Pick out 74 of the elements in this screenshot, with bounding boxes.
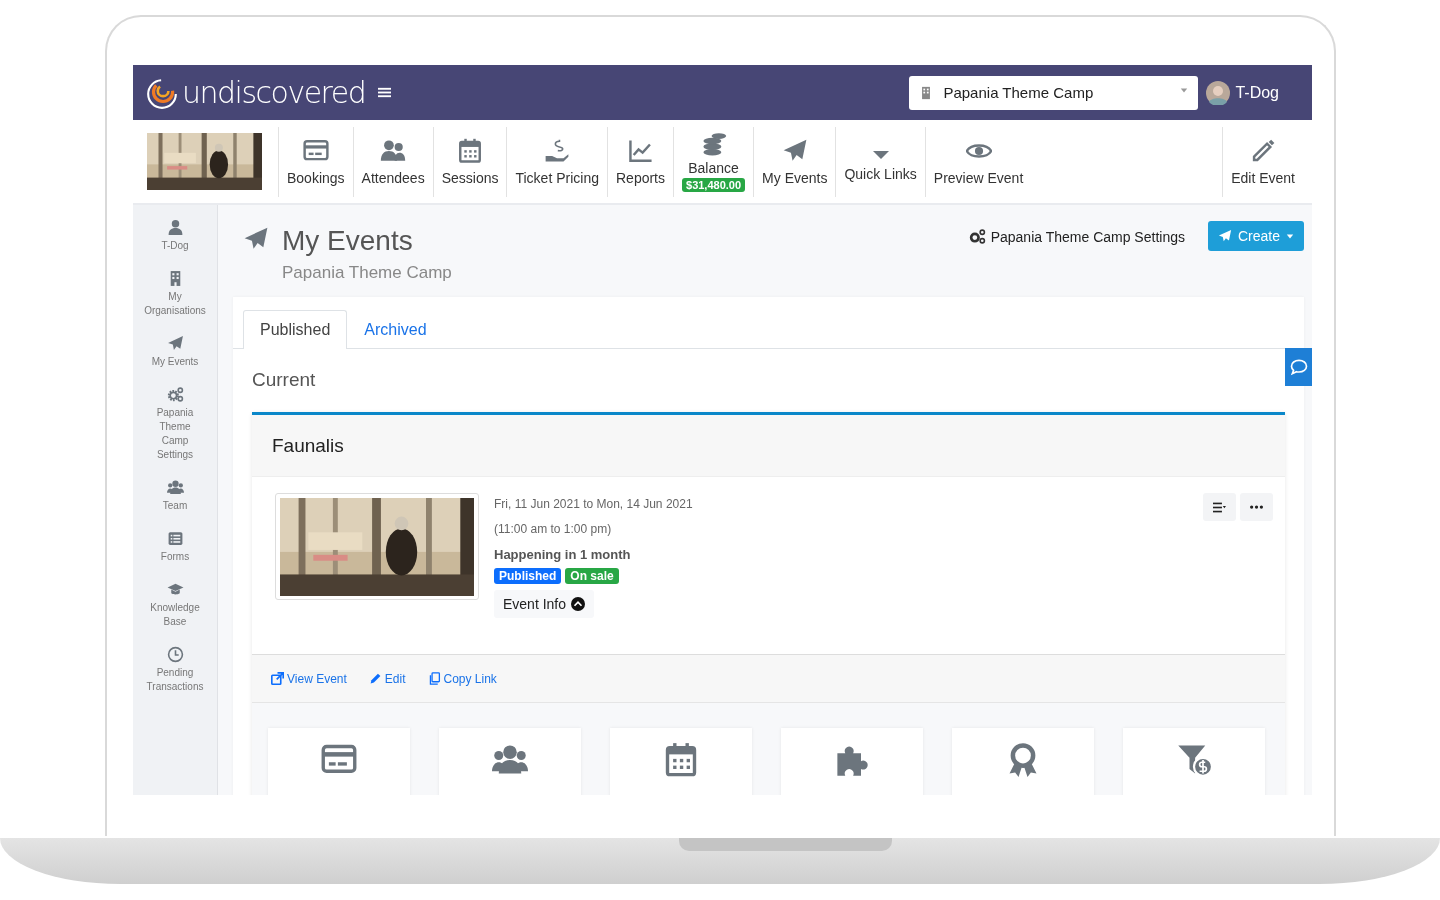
toolbar-button[interactable]: Sessions — [432, 126, 507, 197]
event-link[interactable]: View Event — [271, 671, 347, 686]
event-link[interactable]: Edit — [368, 671, 406, 686]
page-subtitle: Papania Theme Camp — [282, 263, 452, 283]
gears-icon — [968, 228, 986, 245]
user-icon — [166, 219, 184, 236]
edit-event-button[interactable]: Edit Event — [1222, 126, 1303, 197]
ellipsis-icon — [1250, 505, 1263, 509]
coins-icon — [700, 131, 727, 158]
sidebar-item[interactable]: Pending Transactions — [135, 646, 215, 694]
funnel-dollar-icon — [1176, 742, 1212, 778]
calendar-icon — [457, 137, 484, 164]
shortcut-tile[interactable] — [610, 728, 752, 795]
shortcut-tile[interactable] — [952, 728, 1094, 795]
page-title: My Events — [282, 225, 414, 257]
external-link-icon — [271, 672, 284, 685]
user-menu[interactable]: T-Dog — [1206, 80, 1279, 105]
sidebar-item[interactable]: Papania Theme Camp Settings — [135, 386, 215, 462]
sidebar-item[interactable]: My Events — [135, 335, 215, 369]
shortcut-tile[interactable] — [439, 728, 581, 795]
relative-date: Happening in 1 month — [494, 547, 631, 562]
toolbar-button[interactable]: Preview Event — [924, 126, 1032, 197]
line-chart-icon — [627, 137, 654, 164]
shortcut-tile[interactable] — [268, 728, 410, 795]
list-menu-button[interactable] — [1203, 493, 1236, 521]
sidebar-item[interactable]: T-Dog — [135, 219, 215, 253]
date-range: Fri, 11 Jun 2021 to Mon, 14 Jun 2021 — [494, 497, 693, 511]
pencil-icon — [368, 672, 382, 685]
chat-icon — [1289, 357, 1309, 377]
avatar-icon — [1206, 80, 1231, 105]
sidebar-item[interactable]: Knowledge Base — [135, 581, 215, 629]
event-link[interactable]: Copy Link — [427, 671, 497, 686]
status-badge: On sale — [565, 568, 619, 584]
copy-icon — [427, 672, 441, 685]
toolbar-button[interactable]: Attendees — [352, 126, 433, 197]
settings-link[interactable]: Papania Theme Camp Settings — [968, 228, 1185, 245]
paper-plane-icon — [166, 335, 184, 352]
toolbar-button[interactable]: Ticket Pricing — [506, 126, 607, 197]
caret-icon — [872, 150, 889, 159]
list-icon — [1213, 501, 1226, 513]
toolbar-button[interactable]: Reports — [607, 126, 673, 197]
organisation-select[interactable]: Papania Theme Camp — [909, 75, 1199, 110]
sidebar-item[interactable]: Team — [135, 479, 215, 513]
sidebar-item[interactable]: Forms — [135, 530, 215, 564]
more-button[interactable] — [1240, 493, 1273, 521]
caret-icon — [1286, 232, 1294, 240]
toolbar-button[interactable]: Bookings — [278, 126, 353, 197]
tab[interactable]: Archived — [347, 310, 444, 349]
shortcut-tile[interactable] — [1123, 728, 1265, 795]
toolbar-button[interactable]: My Events — [753, 126, 836, 197]
chat-button[interactable] — [1285, 348, 1312, 386]
sidebar-item[interactable]: My Organisations — [135, 270, 215, 318]
calendar-icon — [663, 742, 699, 778]
menu-icon — [378, 86, 392, 99]
pencil-icon — [1250, 137, 1277, 164]
people-icon — [166, 479, 184, 496]
status-badge: Published — [494, 568, 562, 584]
paper-plane-icon — [1217, 229, 1232, 243]
shortcut-tile[interactable] — [781, 728, 923, 795]
chevron-up-icon — [571, 597, 586, 611]
toolbar-button[interactable]: Quick Links — [835, 126, 925, 197]
section-title: Current — [252, 369, 316, 391]
event-info-button[interactable]: Event Info — [494, 590, 595, 618]
clock-icon — [166, 646, 184, 663]
balance-badge: $31,480.00 — [682, 177, 746, 192]
list-icon — [166, 530, 184, 547]
caret-icon — [1180, 85, 1189, 94]
tab[interactable]: Published — [243, 310, 348, 349]
brand-name: undiscovered — [182, 75, 366, 110]
gears-icon — [166, 386, 184, 403]
event-name: Faunalis — [252, 415, 1285, 477]
hand-dollar-icon — [544, 137, 571, 164]
toolbar-button[interactable]: Balance $31,480.00 — [673, 126, 754, 197]
time-range: (11:00 am to 1:00 pm) — [494, 522, 612, 536]
